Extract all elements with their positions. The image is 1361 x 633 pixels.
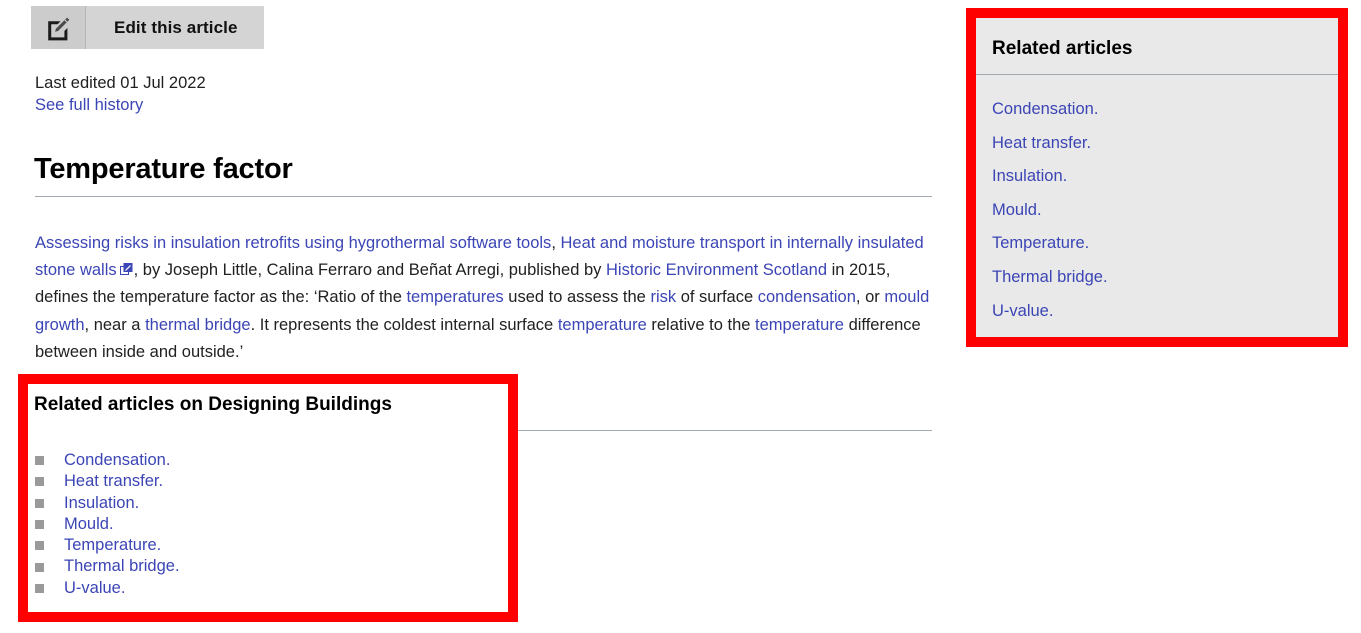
article-text: relative to the [646,315,756,334]
article-inline-link[interactable]: condensation [758,288,856,306]
related-article-link[interactable]: Insulation. [992,167,1067,185]
related-article-link[interactable]: Condensation. [992,100,1098,118]
list-item: Heat transfer. [35,471,180,492]
article-inline-link[interactable]: temperature [755,316,844,334]
article-inline-link[interactable]: temperatures [406,288,503,306]
related-articles-panel-highlight: Related articles Condensation. Heat trans… [966,8,1348,347]
article-text: used to assess the [503,288,651,307]
related-article-link[interactable]: Heat transfer. [64,471,163,492]
list-item: Insulation. [35,493,180,514]
list-item: Temperature. [35,535,180,556]
list-item: Mould. [35,514,180,535]
list-item: Insulation. [992,160,1338,194]
list-item: U-value. [35,578,180,599]
last-edited-text: Last edited 01 Jul 2022 [35,74,206,92]
article-paragraph: Assessing risks in insulation retrofits … [35,230,932,367]
see-full-history-link[interactable]: See full history [35,94,206,116]
title-divider [35,196,932,197]
related-article-link[interactable]: Temperature. [992,234,1089,252]
list-item: Thermal bridge. [992,261,1338,295]
article-inline-link[interactable]: Assessing risks in insulation retrofits … [35,234,551,252]
related-article-link[interactable]: Heat transfer. [992,134,1091,152]
list-item: Heat transfer. [992,127,1338,161]
page-title: Temperature factor [34,153,293,185]
edit-article-button[interactable]: Edit this article [31,6,264,49]
related-article-link[interactable]: U-value. [64,578,125,599]
related-articles-panel: Related articles Condensation. Heat trans… [976,18,1338,337]
related-article-link[interactable]: Thermal bridge. [992,268,1108,286]
article-text: . It represents the coldest internal sur… [250,315,558,334]
article-inline-link[interactable]: Historic Environment Scotland [606,261,827,279]
article-meta: Last edited 01 Jul 2022 See full history [35,72,206,116]
bullet-square-icon [35,477,44,487]
article-inline-link[interactable]: temperature [558,316,647,334]
list-item: Temperature. [992,227,1338,261]
related-article-link[interactable]: Condensation. [64,450,170,471]
list-item: Thermal bridge. [35,556,180,577]
edit-pencil-icon[interactable] [31,6,86,49]
article-inline-link[interactable]: thermal bridge [145,316,250,334]
article-text: , near a [84,315,146,334]
bullet-square-icon [35,562,44,572]
bullet-square-icon [35,498,44,508]
article-text: , or [855,288,885,307]
bullet-square-icon [35,520,44,530]
article-text: of surface [676,288,758,307]
edit-article-label: Edit this article [114,17,238,37]
related-article-link[interactable]: Mould. [992,201,1042,219]
related-articles-heading: Related articles [976,18,1338,75]
bullet-square-icon [35,583,44,593]
related-articles-list: Condensation. Heat transfer. Insulation. Mo… [976,75,1338,328]
list-item: Condensation. [35,450,180,471]
list-item: U-value. [992,295,1338,329]
related-designing-buildings-list: Condensation. Heat transfer. Insulation. Mo… [35,450,180,599]
article-text: , by Joseph Little, Calina Ferraro and B… [133,260,606,279]
related-article-link[interactable]: Temperature. [64,535,161,556]
related-article-link[interactable]: Insulation. [64,493,139,514]
bullet-square-icon [35,456,44,466]
list-item: Mould. [992,194,1338,228]
bullet-square-icon [35,541,44,551]
article-inline-link[interactable]: risk [650,288,676,306]
list-item: Condensation. [992,93,1338,127]
related-article-link[interactable]: Thermal bridge. [64,556,180,577]
external-link-icon [119,258,133,275]
related-designing-buildings-heading: Related articles on Designing Buildings [34,394,392,415]
related-article-link[interactable]: U-value. [992,302,1053,320]
related-article-link[interactable]: Mould. [64,514,114,535]
